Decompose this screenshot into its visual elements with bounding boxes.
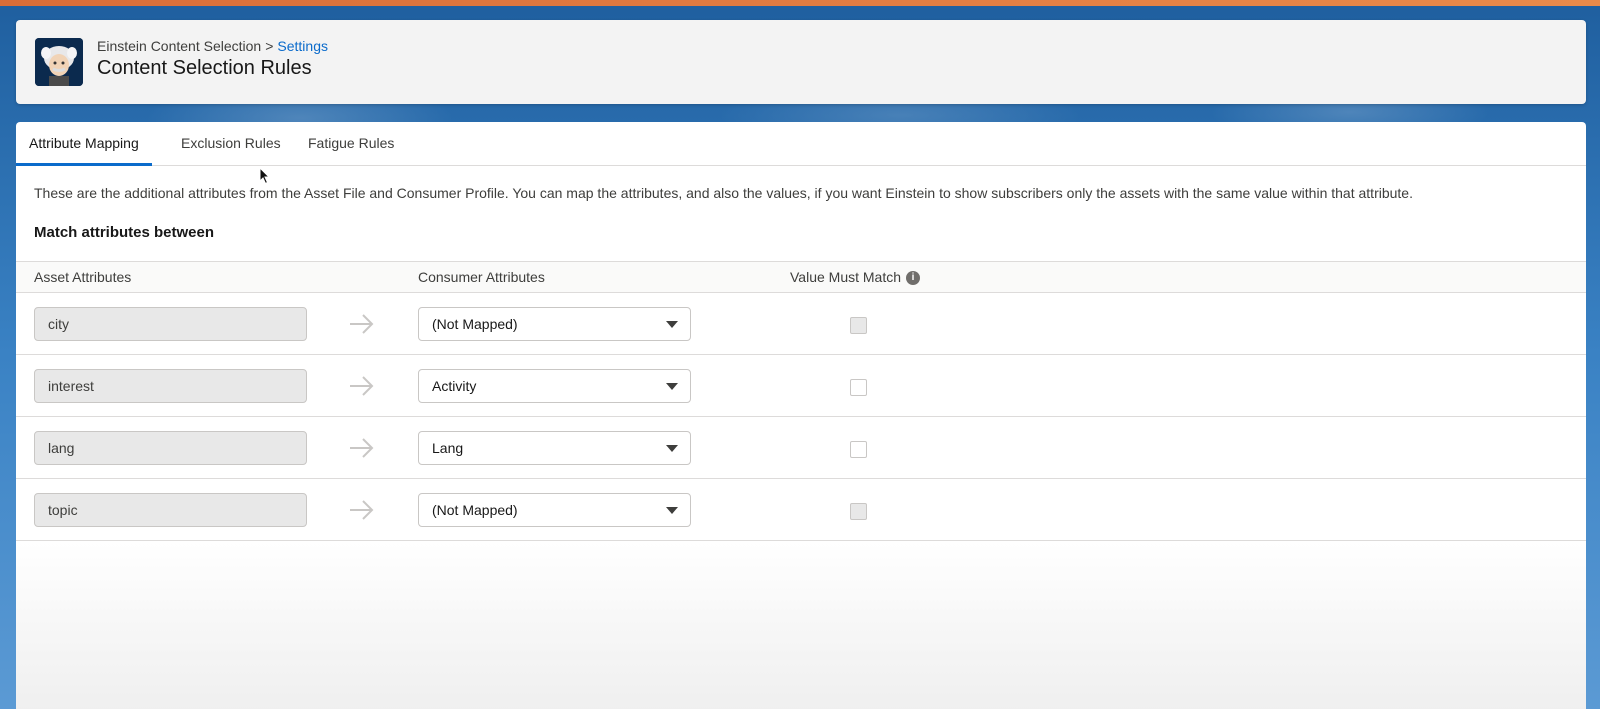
consumer-attribute-select[interactable]: (Not Mapped) (418, 307, 691, 341)
column-header-consumer: Consumer Attributes (418, 269, 545, 285)
chevron-down-icon (666, 321, 678, 328)
asset-attribute-field: topic (34, 493, 307, 527)
breadcrumb: Einstein Content Selection > Settings (97, 38, 328, 54)
tab-exclusion-rules[interactable]: Exclusion Rules (181, 122, 281, 166)
select-value: (Not Mapped) (432, 316, 518, 332)
table-header: Asset Attributes Consumer Attributes Val… (16, 261, 1586, 293)
consumer-attribute-select[interactable]: Activity (418, 369, 691, 403)
select-value: (Not Mapped) (432, 502, 518, 518)
arrow-right-icon (350, 314, 374, 334)
tab-bar: Attribute Mapping Exclusion Rules Fatigu… (16, 122, 1586, 166)
column-header-asset: Asset Attributes (34, 269, 132, 285)
value-must-match-checkbox[interactable] (850, 503, 867, 520)
table-row: city (Not Mapped) (16, 293, 1586, 355)
chevron-down-icon (666, 507, 678, 514)
column-header-value-match: Value Must Match i (790, 262, 921, 292)
asset-attribute-field: interest (34, 369, 307, 403)
value-must-match-checkbox[interactable] (850, 441, 867, 458)
breadcrumb-separator: > (265, 38, 274, 54)
consumer-attribute-select[interactable]: (Not Mapped) (418, 493, 691, 527)
top-accent-stripe (0, 0, 1600, 6)
arrow-right-icon (350, 500, 374, 520)
breadcrumb-settings-link[interactable]: Settings (277, 38, 328, 54)
tab-fatigue-rules[interactable]: Fatigue Rules (308, 122, 394, 166)
arrow-right-icon (350, 438, 374, 458)
value-must-match-checkbox[interactable] (850, 379, 867, 396)
main-panel: Attribute Mapping Exclusion Rules Fatigu… (16, 122, 1586, 709)
value-must-match-checkbox[interactable] (850, 317, 867, 334)
section-heading: Match attributes between (34, 224, 215, 241)
chevron-down-icon (666, 383, 678, 390)
table-row: interest Activity (16, 355, 1586, 417)
mouse-cursor-icon (259, 167, 271, 185)
asset-attribute-field: lang (34, 431, 307, 465)
page-title: Content Selection Rules (97, 57, 312, 79)
select-value: Activity (432, 378, 477, 394)
tab-attribute-mapping[interactable]: Attribute Mapping (16, 122, 152, 166)
table-row: topic (Not Mapped) (16, 479, 1586, 541)
einstein-avatar-icon (35, 38, 83, 86)
description-text: These are the additional attributes from… (34, 185, 1413, 201)
info-icon[interactable]: i (906, 271, 921, 286)
asset-attribute-field: city (34, 307, 307, 341)
table-row: lang Lang (16, 417, 1586, 479)
select-value: Lang (432, 440, 464, 456)
chevron-down-icon (666, 445, 678, 452)
breadcrumb-app: Einstein Content Selection (97, 38, 262, 54)
arrow-right-icon (350, 376, 374, 396)
page-header: Einstein Content Selection > Settings Cont… (16, 20, 1586, 104)
column-header-value-match-label: Value Must Match (790, 269, 902, 285)
consumer-attribute-select[interactable]: Lang (418, 431, 691, 465)
